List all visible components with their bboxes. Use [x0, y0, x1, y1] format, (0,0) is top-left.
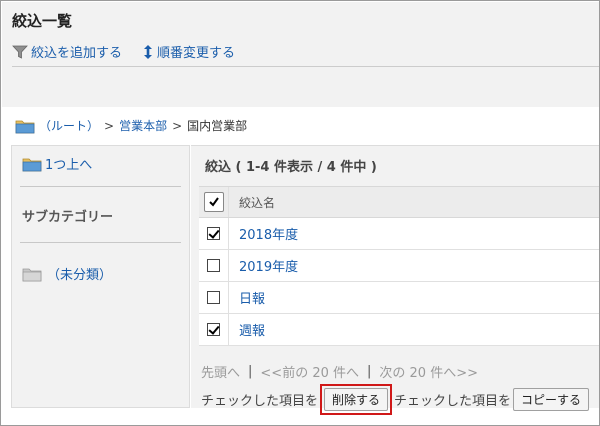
add-filter-label: 絞込を追加する [31, 46, 123, 61]
add-filter-link[interactable]: 絞込を追加する [12, 42, 122, 61]
checked-items-label: チェックした項目を [394, 394, 512, 409]
folder-up-icon [22, 158, 42, 171]
bulk-actions: チェックした項目を 削除する チェックした項目を コピーする [201, 384, 590, 415]
row-checkbox-cell [199, 218, 229, 249]
go-up-link[interactable]: 1つ上へ [22, 154, 92, 173]
table-row: 2018年度 [199, 218, 599, 250]
breadcrumb: （ルート） > 営業本部 > 国内営業部 [15, 117, 247, 134]
reorder-link[interactable]: 順番変更する [142, 42, 235, 61]
filter-name-link[interactable]: 2018年度 [239, 228, 298, 243]
pager-first: 先頭へ [201, 366, 241, 381]
uncategorized-link[interactable]: （未分類） [22, 264, 112, 283]
row-checkbox[interactable] [207, 259, 220, 272]
subcategory-heading: サブカテゴリー [22, 210, 114, 225]
checkmark-icon [208, 197, 219, 207]
row-checkbox[interactable] [207, 291, 220, 304]
folder-icon [15, 120, 35, 133]
uncategorized-label: （未分類） [47, 268, 113, 283]
table-header: 絞込名 [199, 186, 599, 218]
filter-name-link[interactable]: 日報 [239, 292, 265, 307]
header-area: 絞込一覧 絞込を追加する 順番変更する [2, 2, 599, 107]
filter-name-link[interactable]: 週報 [239, 324, 265, 339]
pagination: 先頭へ | <<前の 20 件へ | 次の 20 件へ>> [201, 362, 478, 381]
row-checkbox-cell [199, 250, 229, 281]
checked-items-label: チェックした項目を [201, 394, 319, 409]
highlight-box: 削除する [320, 384, 393, 415]
go-up-label: 1つ上へ [45, 158, 93, 173]
pager-separator: | [248, 364, 253, 379]
copy-button[interactable]: コピーする [513, 388, 590, 411]
filter-table: 絞込名 2018年度 2019年度 日報週報 [199, 186, 599, 346]
delete-button[interactable]: 削除する [324, 388, 389, 411]
row-name-cell: 2018年度 [229, 224, 298, 243]
header-checkbox-cell [199, 187, 229, 217]
funnel-icon [12, 45, 28, 59]
folder-icon [22, 268, 42, 281]
table-row: 日報 [199, 282, 599, 314]
row-name-cell: 日報 [229, 288, 265, 307]
sidebar-divider [20, 186, 181, 187]
pager-next: 次の 20 件へ>> [379, 366, 478, 381]
filter-name-link[interactable]: 2019年度 [239, 260, 298, 275]
page-title: 絞込一覧 [12, 12, 73, 30]
row-checkbox[interactable] [207, 227, 220, 240]
toolbar: 絞込を追加する 順番変更する [12, 42, 255, 61]
column-header-name: 絞込名 [239, 195, 276, 210]
pager-prev: <<前の 20 件へ [260, 366, 359, 381]
header-divider [12, 66, 599, 67]
row-checkbox-cell [199, 314, 229, 345]
window: 絞込一覧 絞込を追加する 順番変更する （ルート） > 営業本部 > 国内営業部… [0, 0, 600, 426]
table-row: 2019年度 [199, 250, 599, 282]
breadcrumb-current: 国内営業部 [187, 119, 248, 133]
row-checkbox-cell [199, 282, 229, 313]
table-row: 週報 [199, 314, 599, 346]
up-down-arrow-icon [144, 44, 153, 59]
pager-separator: | [367, 364, 372, 379]
breadcrumb-separator: > [104, 118, 115, 133]
row-name-cell: 週報 [229, 320, 265, 339]
result-count: 絞込 ( 1-4 件表示 / 4 件中 ) [205, 160, 377, 175]
breadcrumb-root[interactable]: （ルート） [39, 117, 99, 134]
breadcrumb-level1[interactable]: 営業本部 [119, 117, 167, 134]
row-checkbox[interactable] [207, 323, 220, 336]
filter-list-panel: 絞込 ( 1-4 件表示 / 4 件中 ) 絞込名 2018年度 2019年度 日報… [191, 145, 599, 415]
select-all-checkbox[interactable] [203, 192, 224, 212]
breadcrumb-separator: > [172, 118, 183, 133]
category-sidebar: 1つ上へ サブカテゴリー （未分類） [11, 145, 190, 408]
row-name-cell: 2019年度 [229, 256, 298, 275]
sidebar-divider [20, 242, 181, 243]
reorder-label: 順番変更する [157, 46, 236, 61]
